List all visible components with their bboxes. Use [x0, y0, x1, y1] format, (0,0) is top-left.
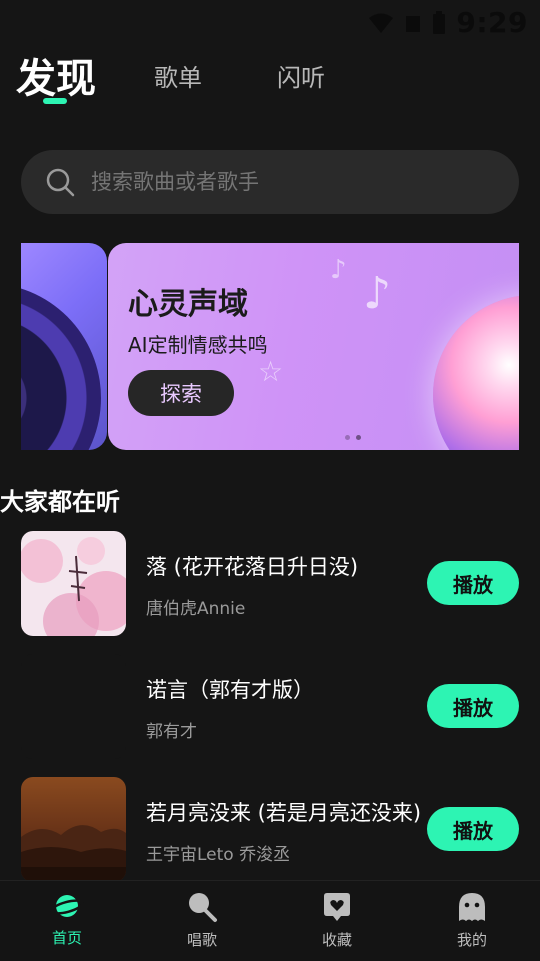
- bottom-nav: 首页 唱歌 收藏 我的: [0, 880, 540, 961]
- song-item[interactable]: 诺言（郭有才版） 郭有才 播放: [21, 654, 519, 760]
- status-bar: 9:29: [0, 0, 540, 40]
- carousel-dot-active: [356, 435, 361, 440]
- tab-indicator: [43, 98, 67, 104]
- song-artist: 唐伯虎Annie: [146, 599, 246, 619]
- song-item[interactable]: 落 (花开花落日升日没) 唐伯虎Annie 播放: [21, 531, 519, 637]
- battery-icon: [433, 10, 446, 34]
- banner-title: 心灵声域: [128, 287, 248, 322]
- tab-playlists[interactable]: 歌单: [154, 58, 202, 93]
- nav-item-mine[interactable]: 我的: [432, 891, 512, 950]
- planet-orb-image: [433, 295, 519, 450]
- microphone-icon: [189, 893, 217, 922]
- banner-subtitle: AI定制情感共鸣: [128, 333, 268, 357]
- song-title: 诺言（郭有才版）: [146, 678, 314, 702]
- status-icons: 9:29: [368, 6, 528, 39]
- carousel-dot: [345, 435, 350, 440]
- vinyl-record-image: [21, 283, 101, 450]
- banner-card[interactable]: ♪ ♪ ☆ 心灵声域 AI定制情感共鸣 探索: [108, 243, 519, 450]
- nav-label-sing: 唱歌: [186, 931, 217, 949]
- song-cover: [21, 654, 126, 759]
- search-icon: [46, 168, 75, 197]
- wifi-icon: [369, 13, 394, 33]
- carousel-dots: [345, 435, 361, 440]
- banner-previous-card[interactable]: [21, 243, 107, 450]
- song-artist: 郭有才: [146, 722, 197, 742]
- song-title: 落 (花开花落日升日没): [146, 555, 359, 579]
- banner-carousel[interactable]: ♪ ♪ ☆ 心灵声域 AI定制情感共鸣 探索: [21, 243, 519, 450]
- star-icon: ☆: [258, 355, 284, 388]
- music-note-icon: ♪: [330, 255, 347, 285]
- play-button[interactable]: 播放: [427, 561, 519, 605]
- nav-item-home[interactable]: 首页: [27, 891, 107, 948]
- song-item[interactable]: 若月亮没来 (若是月亮还没来) 王宇宙Leto 乔浚丞 播放: [21, 777, 519, 883]
- song-artist: 王宇宙Leto 乔浚丞: [146, 845, 291, 865]
- section-title: 大家都在听: [0, 488, 120, 516]
- song-cover: [21, 531, 126, 636]
- search-input[interactable]: [89, 169, 473, 195]
- planet-icon: [50, 895, 84, 917]
- explore-button[interactable]: 探索: [128, 370, 234, 416]
- nav-item-sing[interactable]: 唱歌: [162, 891, 242, 950]
- tab-flash-listen[interactable]: 闪听: [277, 58, 325, 93]
- nav-item-favorites[interactable]: 收藏: [297, 891, 377, 950]
- play-button[interactable]: 播放: [427, 807, 519, 851]
- ghost-icon: [459, 893, 485, 921]
- nav-label-mine: 我的: [456, 931, 487, 949]
- nav-label-favorites: 收藏: [321, 931, 352, 949]
- top-tabs: 发现 歌单 闪听: [16, 46, 536, 110]
- nav-label-home: 首页: [51, 929, 82, 947]
- search-bar[interactable]: [21, 150, 519, 214]
- song-title: 若月亮没来 (若是月亮还没来): [146, 801, 422, 825]
- play-button[interactable]: 播放: [427, 684, 519, 728]
- status-time: 9:29: [456, 6, 528, 39]
- tab-discover[interactable]: 发现: [16, 46, 96, 104]
- signal-icon: [406, 15, 421, 32]
- heart-box-icon: [324, 893, 350, 921]
- music-note-icon: ♪: [363, 268, 392, 319]
- song-cover: [21, 777, 126, 882]
